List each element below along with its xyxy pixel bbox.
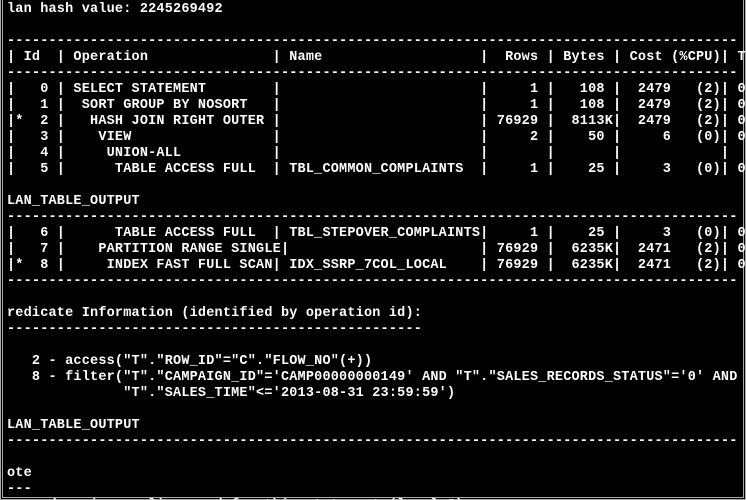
predicate-line: 8 - filter("T"."CAMPAIGN_ID"='CAMP000000… [7, 370, 739, 386]
plan-header-row: | Id | Operation | Name | Rows | Bytes |… [7, 50, 739, 66]
plan-row: | 3 | VIEW | | 2 | 50 | 6 (0)| 00:00:01 [7, 130, 739, 146]
blank-line [7, 450, 739, 466]
blank-line [7, 338, 739, 354]
note-label: ote [7, 466, 739, 482]
divider-line: ----------------------------------------… [7, 34, 739, 50]
terminal-frame: { "hash_line": "lan hash value: 22452694… [0, 0, 746, 500]
section-heading: LAN_TABLE_OUTPUT [7, 418, 739, 434]
predicate-divider: ----------------------------------------… [7, 322, 739, 338]
plan-row: | 5 | TABLE ACCESS FULL | TBL_COMMON_COM… [7, 162, 739, 178]
blank-line [7, 402, 739, 418]
plan-row: | 0 | SELECT STATEMENT | | 1 | 108 | 247… [7, 82, 739, 98]
plan-row: | 1 | SORT GROUP BY NOSORT | | 1 | 108 |… [7, 98, 739, 114]
blank-line [7, 178, 739, 194]
divider-line: ----------------------------------------… [7, 210, 739, 226]
plan-row: | 6 | TABLE ACCESS FULL | TBL_STEPOVER_C… [7, 226, 739, 242]
plan-row: | 4 | UNION-ALL | | | | | [7, 146, 739, 162]
plan-row: |* 8 | INDEX FAST FULL SCAN| IDX_SSRP_7C… [7, 258, 739, 274]
plan-row: |* 2 | HASH JOIN RIGHT OUTER | | 76929 |… [7, 114, 739, 130]
blank-line [7, 290, 739, 306]
predicate-title: redicate Information (identified by oper… [7, 306, 739, 322]
blank-line [7, 18, 739, 34]
section-heading: LAN_TABLE_OUTPUT [7, 194, 739, 210]
hash-value-line: lan hash value: 2245269492 [7, 2, 739, 18]
plan-row: | 7 | PARTITION RANGE SINGLE| | 76929 | … [7, 242, 739, 258]
predicate-line: "T"."SALES_TIME"<='2013-08-31 23:59:59') [7, 386, 739, 402]
divider-line: ----------------------------------------… [7, 66, 739, 82]
predicate-line: 2 - access("T"."ROW_ID"="C"."FLOW_NO"(+)… [7, 354, 739, 370]
note-divider: --- [7, 482, 739, 498]
divider-line: ----------------------------------------… [7, 434, 739, 450]
divider-line: ----------------------------------------… [7, 274, 739, 290]
